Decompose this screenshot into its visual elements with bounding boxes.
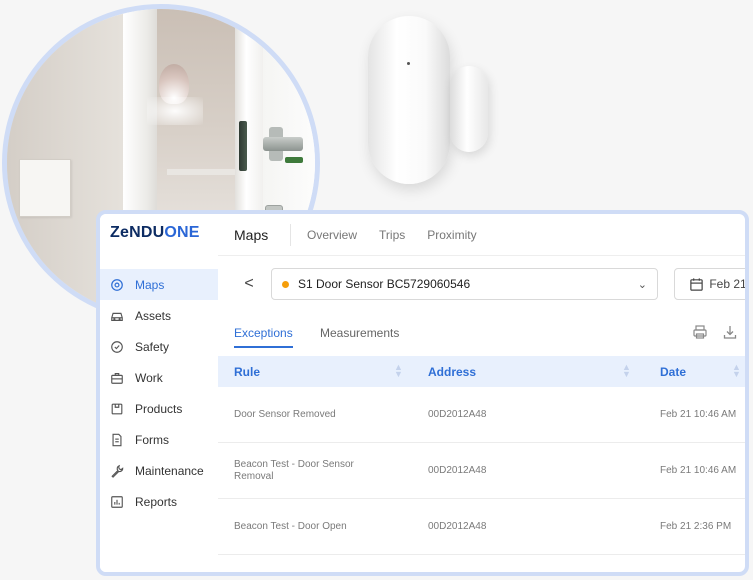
- tab-exceptions[interactable]: Exceptions: [234, 326, 293, 348]
- subtab-bar: Exceptions Measurements: [218, 318, 745, 350]
- cell-date: Feb 21 10:46 AM: [660, 465, 737, 476]
- page-title: Maps: [234, 226, 269, 243]
- device-select-value: S1 Door Sensor BC5729060546: [298, 277, 471, 291]
- wrench-icon: [111, 464, 124, 478]
- report-chart-icon: [111, 495, 123, 508]
- sidebar-item-label: Maps: [135, 277, 165, 292]
- document-icon: [112, 433, 122, 446]
- table-header: Rule ▲ ▼ Address ▲ ▼ Date ▲ ▼: [218, 356, 745, 387]
- column-header-date[interactable]: Date: [660, 365, 686, 379]
- sensor-led: [407, 62, 410, 65]
- calendar-icon: [690, 277, 704, 291]
- sidebar-item-label: Work: [135, 370, 163, 385]
- map-pin-icon: [111, 278, 123, 291]
- cell-date: Feb 21 10:46 AM: [660, 409, 737, 420]
- top-bar: Maps Overview Trips Proximity: [218, 214, 745, 256]
- shield-icon: [111, 340, 123, 353]
- app-window: ZeNDUONE Maps Assets Safety Work Product…: [96, 210, 749, 576]
- product-box-icon: [111, 403, 123, 414]
- back-button[interactable]: <: [235, 270, 263, 298]
- table-row[interactable]: Beacon Test - Door Open 00D2012A48 Feb 2…: [218, 499, 745, 555]
- chevron-down-icon: ⌄: [637, 278, 647, 291]
- sidebar-item-work[interactable]: Work: [100, 362, 218, 393]
- briefcase-icon: [111, 372, 123, 384]
- photo-door-handle: [263, 137, 303, 151]
- device-status-dot: [282, 280, 289, 288]
- cell-rule: Door Sensor Removed: [234, 409, 336, 420]
- light-switch: [19, 159, 71, 217]
- cell-date: Feb 21 2:36 PM: [660, 521, 732, 532]
- photo-handle-accent: [285, 157, 303, 163]
- sidebar-item-label: Maintenance: [135, 463, 204, 478]
- cell-rule: Beacon Test - Door Sensor Removal: [234, 459, 354, 482]
- sidebar-item-label: Forms: [135, 432, 169, 447]
- tab-measurements[interactable]: Measurements: [320, 326, 399, 340]
- sidebar-nav: Maps Assets Safety Work Products Forms M…: [100, 269, 218, 517]
- cell-address: 00D2012A48: [428, 409, 487, 420]
- photo-hinge: [239, 121, 247, 171]
- sort-icon[interactable]: ▲ ▼: [622, 363, 631, 379]
- sidebar-item-products[interactable]: Products: [100, 393, 218, 424]
- sort-icon[interactable]: ▲ ▼: [394, 363, 403, 379]
- print-icon[interactable]: [692, 324, 708, 340]
- sort-icon[interactable]: ▲ ▼: [732, 363, 741, 379]
- door-sensor-magnet: [450, 66, 488, 152]
- device-select[interactable]: S1 Door Sensor BC5729060546 ⌄: [271, 268, 658, 300]
- sidebar-item-maps[interactable]: Maps: [100, 269, 218, 300]
- sidebar: ZeNDUONE Maps Assets Safety Work Product…: [100, 214, 218, 572]
- sidebar-item-safety[interactable]: Safety: [100, 331, 218, 362]
- device-selector-row: < S1 Door Sensor BC5729060546 ⌄ Feb 21: [235, 268, 747, 300]
- title-divider: [290, 223, 291, 246]
- sidebar-item-reports[interactable]: Reports: [100, 486, 218, 517]
- sidebar-item-label: Safety: [135, 339, 170, 354]
- door-sensor-device: [368, 16, 450, 184]
- logo-text-part2: ONE: [164, 224, 200, 241]
- photo-lamp-glow: [147, 97, 203, 125]
- sidebar-item-label: Reports: [135, 494, 178, 509]
- column-header-address[interactable]: Address: [428, 365, 476, 379]
- sidebar-item-forms[interactable]: Forms: [100, 424, 218, 455]
- logo-text-part1: ZeNDU: [110, 224, 165, 241]
- sidebar-item-label: Products: [135, 401, 183, 416]
- sidebar-item-label: Assets: [135, 308, 172, 323]
- table-row[interactable]: Door Sensor Removed 00D2012A48 Feb 21 10…: [218, 387, 745, 443]
- column-header-rule[interactable]: Rule: [234, 365, 260, 379]
- cell-address: 00D2012A48: [428, 465, 487, 476]
- car-icon: [111, 312, 123, 321]
- sidebar-item-maintenance[interactable]: Maintenance: [100, 455, 218, 486]
- tab-proximity[interactable]: Proximity: [427, 228, 476, 242]
- cell-rule: Beacon Test - Door Open: [234, 521, 347, 532]
- date-picker-value: Feb 21: [709, 277, 747, 291]
- cell-address: 00D2012A48: [428, 521, 487, 532]
- download-icon[interactable]: [722, 324, 738, 340]
- date-picker-button[interactable]: Feb 21: [674, 268, 747, 300]
- photo-shelf: [167, 169, 237, 175]
- tab-trips[interactable]: Trips: [379, 228, 405, 242]
- table-row[interactable]: Beacon Test - Door Sensor Removal 00D201…: [218, 443, 745, 499]
- tab-overview[interactable]: Overview: [307, 228, 357, 242]
- zenduone-logo[interactable]: ZeNDUONE: [110, 224, 200, 242]
- exceptions-table: Rule ▲ ▼ Address ▲ ▼ Date ▲ ▼ Door Sensor R…: [218, 356, 745, 555]
- sidebar-item-assets[interactable]: Assets: [100, 300, 218, 331]
